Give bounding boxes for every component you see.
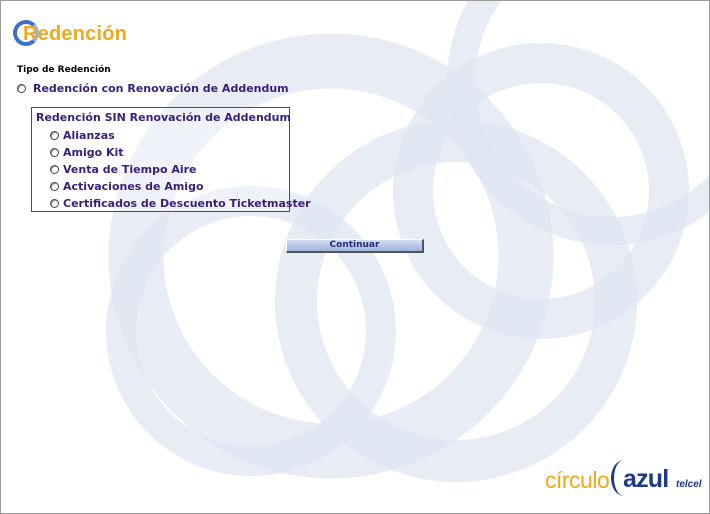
group-options-list: Alianzas Amigo Kit Venta de Tiempo Aire … — [50, 127, 311, 212]
radio-button[interactable] — [50, 131, 59, 140]
group-sin-renovacion: Redención SIN Renovación de Addendum Ali… — [31, 107, 311, 212]
radio-option-tiempo-aire[interactable]: Venta de Tiempo Aire — [50, 161, 311, 178]
group-title: Redención SIN Renovación de Addendum — [36, 111, 291, 124]
radio-button[interactable] — [50, 165, 59, 174]
radio-button[interactable] — [50, 199, 59, 208]
radio-button[interactable] — [50, 182, 59, 191]
radio-option-label: Activaciones de Amigo — [63, 180, 204, 193]
section-label: Tipo de Redención — [17, 65, 111, 75]
radio-option-con-renovacion[interactable]: Redención con Renovación de Addendum — [17, 82, 289, 95]
background-rings-decoration — [106, 1, 709, 482]
logo-circulo-text: círculo — [545, 467, 610, 493]
radio-option-label: Venta de Tiempo Aire — [63, 163, 197, 176]
radio-option-label: Alianzas — [63, 129, 115, 142]
logo-telcel-text: telcel — [676, 479, 702, 490]
radio-button[interactable] — [50, 148, 59, 157]
continue-button[interactable]: Continuar — [286, 239, 424, 253]
radio-button[interactable] — [17, 84, 26, 93]
radio-option-ticketmaster[interactable]: Certificados de Descuento Ticketmaster — [50, 195, 311, 212]
radio-option-label: Certificados de Descuento Ticketmaster — [63, 197, 311, 210]
radio-option-activaciones[interactable]: Activaciones de Amigo — [50, 178, 311, 195]
brand-logo: círculo azul telcel — [545, 458, 707, 498]
radio-option-label: Redención con Renovación de Addendum — [33, 82, 289, 95]
page-title-text: Redención — [23, 23, 128, 45]
page-frame: Redención Tipo de Redención Redención co… — [0, 0, 710, 514]
radio-option-label: Amigo Kit — [63, 146, 124, 159]
logo-azul-text: azul — [623, 465, 669, 493]
radio-option-alianzas[interactable]: Alianzas — [50, 127, 311, 144]
radio-option-amigo-kit[interactable]: Amigo Kit — [50, 144, 311, 161]
